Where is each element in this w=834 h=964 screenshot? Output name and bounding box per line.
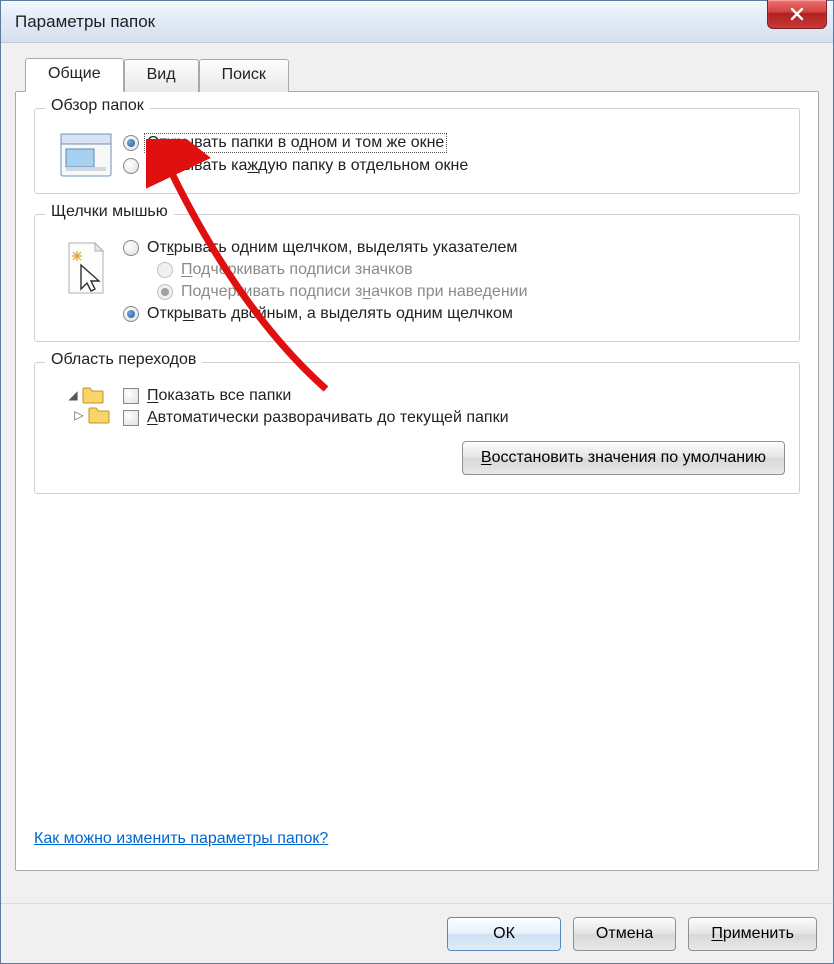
radio-underline-hover [157,284,173,300]
label-show-all-folders[interactable]: Показать все папки [147,387,291,405]
tabstrip: Общие Вид Поиск [25,57,819,91]
option-single-click-row: Открывать одним щелчком, выделять указат… [123,239,785,257]
click-items-icon [49,235,123,297]
group-click-title: Щелчки мышью [45,203,174,221]
radio-open-same-window[interactable] [123,135,139,151]
radio-open-new-window[interactable] [123,158,139,174]
label-single-click[interactable]: Открывать одним щелчком, выделять указат… [147,239,517,257]
close-button[interactable] [767,0,827,29]
tab-panel-general: Обзор папок Открывать папки в [15,91,819,871]
restore-defaults-button[interactable]: Восстановить значения по умолчанию [462,441,785,475]
apply-button[interactable]: Применить [688,917,817,951]
option-open-same-window-row: Открывать папки в одном и том же окне [123,133,785,153]
label-underline-always: Подчеркивать подписи значков [181,261,413,279]
tab-general[interactable]: Общие [25,58,124,92]
close-icon [789,6,805,22]
help-link[interactable]: Как можно изменить параметры папок? [34,830,328,848]
tab-view[interactable]: Вид [124,59,199,92]
dialog-button-bar: ОК Отмена Применить [1,903,833,963]
option-auto-expand-row: Автоматически разворачивать до текущей п… [123,409,785,427]
label-open-new-window[interactable]: Открывать каждую папку в отдельном окне [147,157,468,175]
window-title: Параметры папок [15,12,155,32]
label-underline-hover: Подчеркивать подписи значков при наведен… [181,283,528,301]
folder-icon [82,386,104,404]
label-double-click[interactable]: Открывать двойным, а выделять одним щелч… [147,305,513,323]
option-double-click-row: Открывать двойным, а выделять одним щелч… [123,305,785,323]
folder-icon [88,406,110,424]
group-navigation-pane: Область переходов ◢ ▷ [34,362,800,494]
option-underline-hover-row: Подчеркивать подписи значков при наведен… [157,283,785,301]
ok-button[interactable]: ОК [447,917,561,951]
checkbox-auto-expand[interactable] [123,410,139,426]
option-underline-always-row: Подчеркивать подписи значков [157,261,785,279]
group-nav-title: Область переходов [45,351,202,369]
folder-options-window: Параметры папок Общие Вид Поиск Обзор па… [0,0,834,964]
cancel-button[interactable]: Отмена [573,917,676,951]
group-click-items: Щелчки мышью [34,214,800,342]
group-browse-title: Обзор папок [45,97,150,115]
client-area: Общие Вид Поиск Обзор папок [1,43,833,903]
nav-pane-icon: ◢ ▷ [49,383,123,425]
tab-search[interactable]: Поиск [199,59,289,92]
checkbox-show-all-folders[interactable] [123,388,139,404]
radio-underline-always [157,262,173,278]
titlebar: Параметры папок [1,1,833,43]
tree-expanded-icon: ◢ [68,388,77,402]
radio-single-click[interactable] [123,240,139,256]
group-browse-folders: Обзор папок Открывать папки в [34,108,800,194]
label-auto-expand[interactable]: Автоматически разворачивать до текущей п… [147,409,509,427]
radio-double-click[interactable] [123,306,139,322]
option-open-new-window-row: Открывать каждую папку в отдельном окне [123,157,785,175]
browse-folders-icon [49,129,123,177]
option-show-all-folders-row: Показать все папки [123,387,785,405]
label-open-same-window[interactable]: Открывать папки в одном и том же окне [144,133,447,153]
tree-collapsed-icon: ▷ [74,408,83,422]
